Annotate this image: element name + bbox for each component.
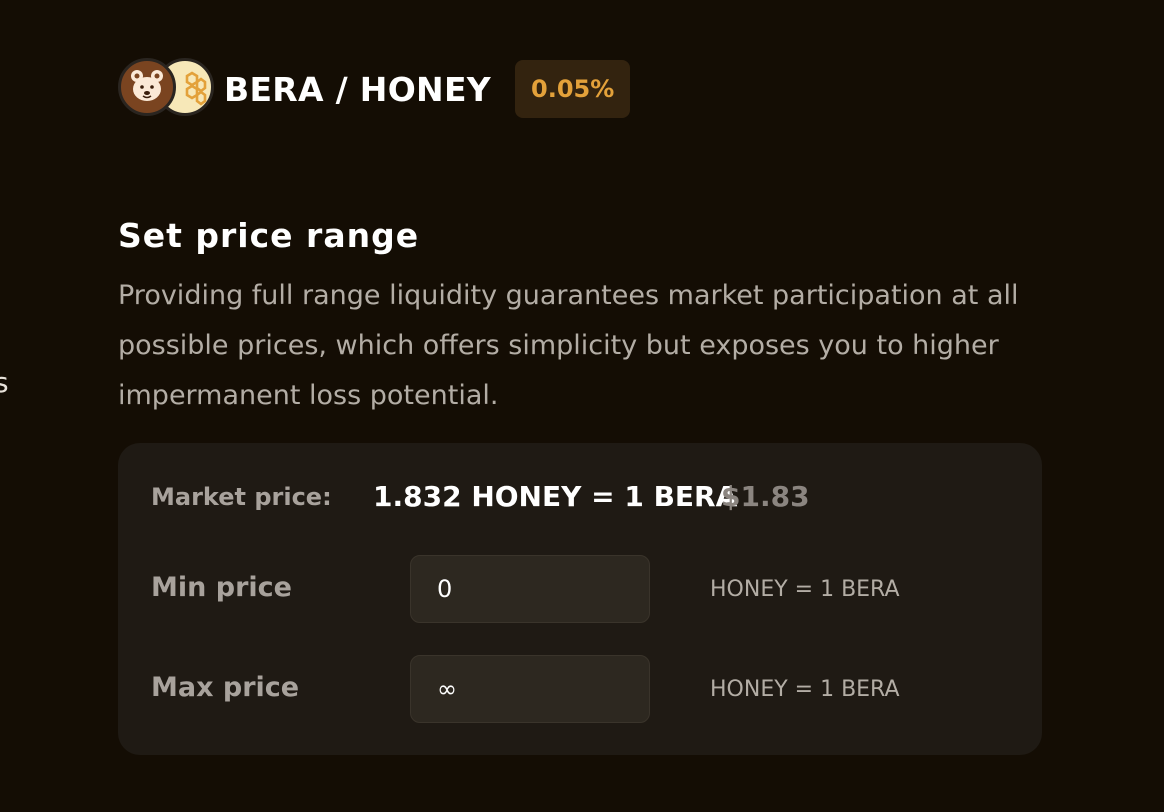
pool-pair-header: BERA / HONEY 0.05% [118, 56, 631, 122]
max-price-label: Max price [151, 672, 300, 703]
min-price-label: Min price [151, 572, 292, 603]
min-price-unit: HONEY = 1 BERA [710, 577, 900, 602]
truncated-edge-text: s [0, 366, 9, 399]
price-range-description: Providing full range liquidity guarantee… [118, 280, 1019, 411]
bear-face-icon [131, 70, 163, 101]
token-pair-icons [118, 56, 214, 122]
price-range-card: Market price: 1.832 HONEY = 1 BERA $1.83… [118, 443, 1042, 755]
max-price-unit: HONEY = 1 BERA [710, 677, 900, 702]
bera-token-icon [118, 58, 176, 116]
market-price-label: Market price: [151, 483, 332, 511]
min-price-input[interactable] [410, 555, 650, 623]
max-price-input[interactable] [410, 655, 650, 723]
market-price-value: 1.832 HONEY = 1 BERA [373, 480, 738, 513]
market-price-usd: $1.83 [721, 480, 810, 513]
price-range-title: Set price range [118, 216, 420, 255]
pair-name: BERA / HONEY [224, 69, 492, 109]
fee-tier-badge: 0.05% [515, 60, 631, 118]
